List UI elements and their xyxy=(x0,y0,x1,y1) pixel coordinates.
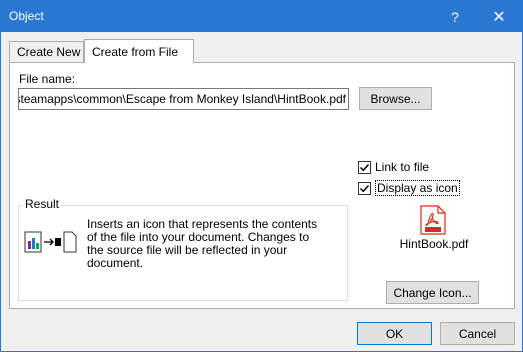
link-to-file-label: Link to file xyxy=(375,160,430,174)
title-bar: Object ? ✕ xyxy=(1,1,522,32)
ok-button[interactable]: OK xyxy=(357,322,432,345)
browse-label: Browse... xyxy=(370,91,421,106)
window-title: Object xyxy=(9,9,44,23)
help-icon: ? xyxy=(451,8,459,25)
browse-button[interactable]: Browse... xyxy=(359,87,432,110)
checkbox-checked-icon xyxy=(358,181,371,195)
embed-as-icon-illustration-icon xyxy=(24,231,77,253)
icon-caption: HintBook.pdf xyxy=(399,237,469,251)
help-button[interactable]: ? xyxy=(433,1,477,32)
cancel-button[interactable]: Cancel xyxy=(440,322,515,345)
tab-label: Create New xyxy=(17,45,81,59)
display-as-icon-checkbox[interactable]: Display as icon xyxy=(358,180,460,196)
cancel-label: Cancel xyxy=(458,326,497,341)
tab-create-from-file[interactable]: Create from File xyxy=(84,39,194,63)
result-description: Inserts an icon that represents the cont… xyxy=(87,217,318,270)
ok-label: OK xyxy=(385,326,404,341)
tab-label: Create from File xyxy=(92,45,179,59)
close-icon: ✕ xyxy=(492,8,506,26)
file-name-label: File name: xyxy=(19,72,76,86)
result-legend: Result xyxy=(23,197,62,211)
file-name-input[interactable]: \steamapps\common\Escape from Monkey Isl… xyxy=(18,88,349,110)
change-icon-button[interactable]: Change Icon... xyxy=(386,281,479,304)
file-name-value: \steamapps\common\Escape from Monkey Isl… xyxy=(18,92,346,106)
tab-create-new[interactable]: Create New xyxy=(9,41,84,62)
tab-panel: File name: \steamapps\common\Escape from… xyxy=(9,62,515,309)
pdf-file-icon xyxy=(420,205,446,235)
change-icon-label: Change Icon... xyxy=(393,285,472,300)
display-as-icon-label: Display as icon xyxy=(375,180,460,196)
link-to-file-checkbox[interactable]: Link to file xyxy=(358,160,429,174)
object-dialog: Object ? ✕ Create New Create from File F… xyxy=(0,0,523,352)
checkbox-checked-icon xyxy=(358,160,371,174)
close-button[interactable]: ✕ xyxy=(477,1,521,32)
